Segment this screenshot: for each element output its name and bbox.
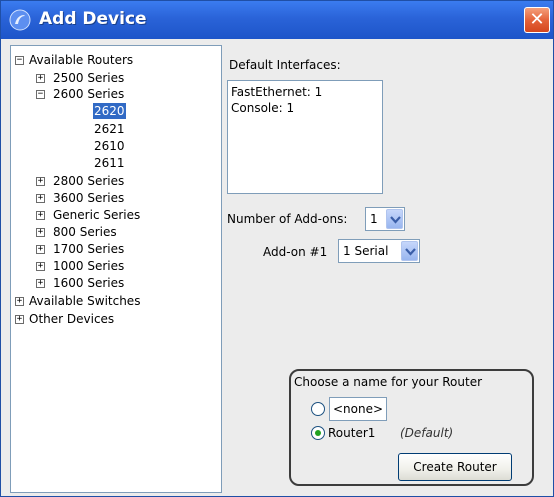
expand-icon[interactable]: + [36, 194, 45, 203]
tree-node-label: 800 Series [53, 225, 117, 239]
tree-node-label: Other Devices [29, 312, 115, 326]
addon1-value: 1 Serial [343, 244, 389, 258]
device-tree[interactable]: − Available Routers + 2500 Series − 2600… [10, 45, 222, 493]
tree-node-label: 2600 Series [53, 87, 125, 101]
expand-icon[interactable]: + [36, 74, 45, 83]
close-button[interactable]: ✕ [524, 7, 550, 33]
tree-node-label: Available Switches [29, 294, 141, 308]
radio-selected-dot [315, 430, 321, 436]
default-router-name: Router1 [328, 426, 376, 440]
expand-icon[interactable]: + [15, 297, 24, 306]
tree-node-label: 1700 Series [53, 242, 125, 256]
addon1-select[interactable]: 1 Serial [338, 239, 420, 263]
tree-leaf-label: 2611 [94, 156, 125, 170]
tree-node-label: 1000 Series [53, 259, 125, 273]
tree-leaf-label: 2621 [94, 122, 125, 136]
default-tag: (Default) [400, 426, 454, 440]
title-bar[interactable]: Add Device ✕ [1, 1, 553, 39]
tree-node-label: 2800 Series [53, 174, 125, 188]
interface-item: Console: 1 [231, 101, 295, 115]
expand-icon[interactable]: + [36, 228, 45, 237]
chevron-down-icon[interactable] [401, 241, 418, 261]
router-name-input[interactable]: <none> [329, 397, 387, 421]
addon-count-select[interactable]: 1 [365, 207, 405, 231]
tree-leaf-label: 2610 [94, 139, 125, 153]
window-title: Add Device [39, 9, 147, 29]
router-name-heading: Choose a name for your Router [294, 375, 483, 389]
default-interfaces-list: FastEthernet: 1 Console: 1 [227, 80, 383, 194]
custom-name-radio[interactable] [311, 402, 325, 416]
router-name-group: Choose a name for your Router <none> Rou… [289, 369, 534, 486]
tree-node-label: Available Routers [29, 53, 134, 67]
tree-node-label: 1600 Series [53, 276, 125, 290]
tree-node-label: 2500 Series [53, 71, 125, 85]
addon-count-label: Number of Add-ons: [227, 212, 348, 226]
expand-icon[interactable]: + [36, 245, 45, 254]
default-name-radio[interactable] [311, 426, 325, 440]
chevron-down-icon[interactable] [386, 209, 403, 229]
default-interfaces-heading: Default Interfaces: [229, 58, 341, 72]
addon-count-value: 1 [370, 212, 378, 226]
collapse-icon[interactable]: − [36, 90, 45, 99]
expand-icon[interactable]: + [36, 262, 45, 271]
interface-item: FastEthernet: 1 [231, 85, 323, 99]
tree-node-label: 3600 Series [53, 191, 125, 205]
app-swirl-icon [9, 9, 31, 31]
expand-icon[interactable]: + [36, 211, 45, 220]
expand-icon[interactable]: + [15, 315, 24, 324]
expand-icon[interactable]: + [36, 177, 45, 186]
create-router-button[interactable]: Create Router [398, 453, 512, 481]
collapse-icon[interactable]: − [15, 56, 24, 65]
addon1-label: Add-on #1 [263, 245, 328, 259]
add-device-dialog: Add Device ✕ − Available Routers + 2500 … [0, 0, 554, 497]
expand-icon[interactable]: + [36, 279, 45, 288]
tree-leaf-label-selected: 2620 [93, 103, 126, 119]
tree-node-label: Generic Series [53, 208, 141, 222]
